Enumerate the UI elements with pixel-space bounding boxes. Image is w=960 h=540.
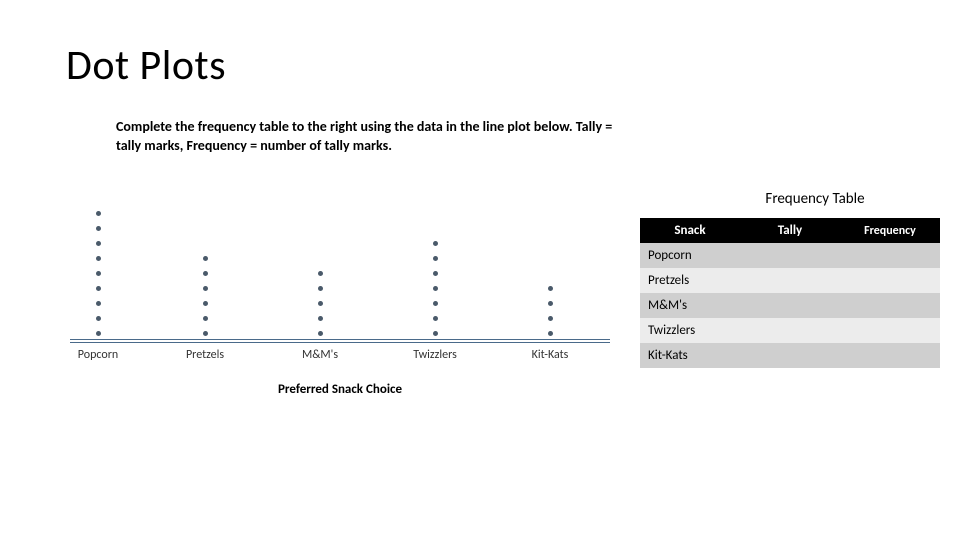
dot-icon [318,301,323,306]
dot-icon [433,331,438,336]
plot-title: Preferred Snack Choice [70,382,610,397]
dot-icon [96,271,101,276]
table-header-row: Snack Tally Frequency [640,218,940,243]
cell-frequency [840,268,940,293]
slide: { "title": "Dot Plots", "instructions": … [0,0,960,540]
cell-snack: Kit-Kats [640,343,740,368]
dot-column [200,246,210,336]
dot-column [315,261,325,336]
cell-frequency [840,293,940,318]
dot-icon [203,301,208,306]
cell-frequency [840,318,940,343]
cell-snack: M&M's [640,293,740,318]
cell-snack: Popcorn [640,243,740,268]
dot-icon [318,331,323,336]
dot-icon [548,301,553,306]
dot-icon [96,226,101,231]
cell-snack: Twizzlers [640,318,740,343]
dot-icon [433,316,438,321]
dot-icon [203,286,208,291]
cell-frequency [840,343,940,368]
cell-snack: Pretzels [640,268,740,293]
dot-icon [433,271,438,276]
table-row: Pretzels [640,268,940,293]
dot-icon [433,241,438,246]
table-row: Popcorn [640,243,940,268]
category-label: M&M's [302,348,338,362]
col-tally: Tally [740,218,840,243]
col-frequency: Frequency [840,218,940,243]
dot-icon [433,301,438,306]
col-snack: Snack [640,218,740,243]
dot-icon [548,331,553,336]
cell-frequency [840,243,940,268]
dot-icon [96,286,101,291]
table-row: M&M's [640,293,940,318]
dot-column [545,276,555,336]
category-label: Popcorn [78,348,118,362]
cell-tally [740,318,840,343]
dot-icon [96,316,101,321]
dot-plot: Popcorn Pretzels M&M's Twizzlers Kit-Kats Pr… [70,205,610,397]
category-label: Pretzels [186,348,224,362]
dot-icon [96,241,101,246]
cell-tally [740,268,840,293]
dot-column [93,201,103,336]
dot-icon [318,271,323,276]
dot-icon [203,271,208,276]
dot-icon [96,256,101,261]
instructions-text: Complete the frequency table to the righ… [116,118,616,156]
frequency-table: Snack Tally Frequency PopcornPretzelsM&M… [640,218,940,368]
dot-icon [203,316,208,321]
dot-column [430,231,440,336]
table-row: Kit-Kats [640,343,940,368]
page-title: Dot Plots [66,40,226,91]
category-label: Kit-Kats [532,348,569,362]
frequency-table-title: Frequency Table [700,190,930,208]
cell-tally [740,243,840,268]
cell-tally [740,293,840,318]
plot-area [70,205,610,340]
dot-icon [433,286,438,291]
dot-icon [203,256,208,261]
dot-icon [203,331,208,336]
dot-icon [433,256,438,261]
dot-icon [548,316,553,321]
cell-tally [740,343,840,368]
dot-icon [318,286,323,291]
table-row: Twizzlers [640,318,940,343]
category-labels: Popcorn Pretzels M&M's Twizzlers Kit-Kats [70,348,610,370]
dot-icon [96,211,101,216]
category-label: Twizzlers [413,348,457,362]
dot-icon [96,331,101,336]
dot-icon [96,301,101,306]
dot-icon [548,286,553,291]
dot-icon [318,316,323,321]
